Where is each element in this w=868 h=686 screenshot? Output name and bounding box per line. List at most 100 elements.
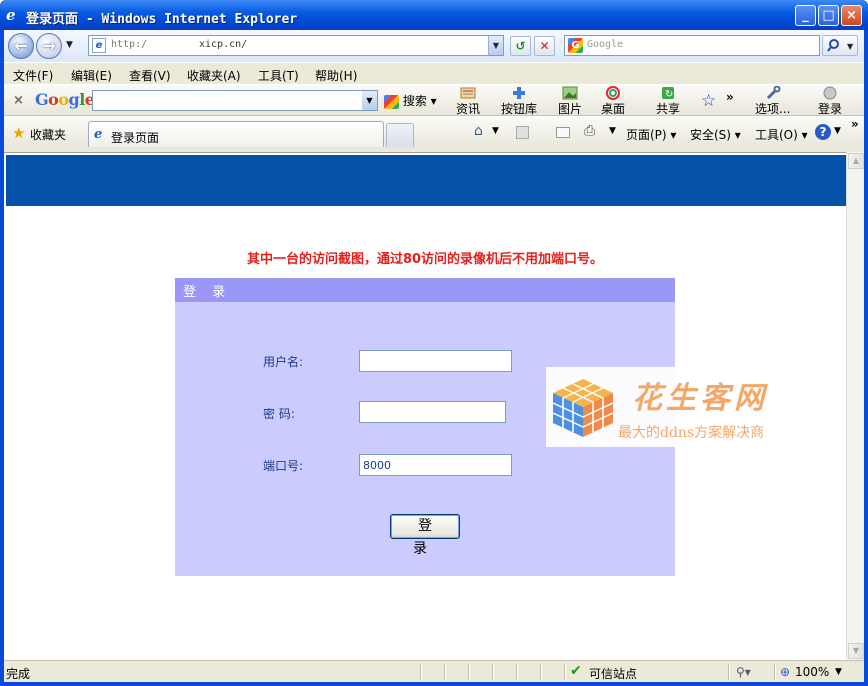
menu-tools[interactable]: 工具(T) <box>258 67 299 84</box>
tools-menu[interactable]: 工具(O) ▾ <box>755 126 808 143</box>
share-label: 共享 <box>656 102 681 116</box>
address-input[interactable]: e http:/ xicp.cn/ ▼ <box>88 35 504 56</box>
header-banner <box>6 155 846 206</box>
button-gallery-label: 按钮库 <box>501 102 538 116</box>
search-input[interactable]: G Google <box>564 35 820 56</box>
scroll-down-icon[interactable]: ▼ <box>848 643 864 659</box>
browser-chrome: ← → ▼ e http:/ xicp.cn/ ▼ ↺ ✕ G Google ▼ <box>4 30 864 152</box>
title-bar[interactable]: e 登录页面 - Windows Internet Explorer _ □ × <box>0 0 868 30</box>
google-search-label: 搜索 <box>402 94 427 108</box>
window-border-right <box>864 30 868 686</box>
google-search-button[interactable]: 搜索 ▾ <box>384 92 437 109</box>
new-tab-button[interactable] <box>386 123 414 147</box>
password-input[interactable] <box>359 401 506 423</box>
signin-button[interactable]: 登录 <box>818 86 842 117</box>
home-icon[interactable]: ⌂ <box>474 123 483 139</box>
favbar-more-icon[interactable]: » <box>851 117 859 131</box>
status-divider <box>420 664 421 680</box>
feeds-icon[interactable] <box>516 126 529 139</box>
protected-mode-icon[interactable]: ⚲▾ <box>736 665 751 679</box>
bookmark-star-icon[interactable]: ☆ <box>701 91 716 111</box>
login-button[interactable]: 登 录 <box>390 514 460 557</box>
news-icon <box>460 87 476 99</box>
help-dropdown-icon[interactable]: ▼ <box>834 126 841 136</box>
zoom-level[interactable]: 100% <box>795 665 829 679</box>
status-divider <box>468 664 469 680</box>
page-menu-label: 页面(P) <box>626 128 667 142</box>
status-divider <box>728 664 729 680</box>
more-chevron-icon[interactable]: » <box>726 90 734 104</box>
news-label: 资讯 <box>456 102 481 116</box>
tab-ie-icon: e <box>94 127 103 142</box>
button-gallery-button[interactable]: 按钮库 <box>501 86 537 117</box>
address-dropdown-icon[interactable]: ▼ <box>488 36 503 55</box>
menu-bar: 文件(F) 编辑(E) 查看(V) 收藏夹(A) 工具(T) 帮助(H) <box>4 62 864 84</box>
close-button[interactable]: × <box>841 5 862 26</box>
menu-favorites[interactable]: 收藏夹(A) <box>187 67 241 84</box>
close-toolbar-icon[interactable]: × <box>13 93 24 108</box>
zone-text: 可信站点 <box>589 667 638 681</box>
search-go-button[interactable]: ▼ <box>822 35 858 56</box>
search-placeholder: Google <box>587 39 624 50</box>
zoom-dropdown-icon[interactable]: ▼ <box>835 667 842 677</box>
print-icon[interactable]: ⎙ <box>584 123 595 139</box>
google-logo: Google <box>35 90 95 109</box>
page-content: 其中一台的访问截图，通过80访问的录像机后不用加端口号。 登 录 用户名: 密 … <box>4 152 846 660</box>
favorites-label[interactable]: 收藏夹 <box>30 126 66 143</box>
tab-login-page[interactable]: e 登录页面 <box>88 121 384 147</box>
desktop-label: 桌面 <box>601 102 626 116</box>
news-button[interactable]: 资讯 <box>456 86 480 117</box>
google-search-dropdown-icon[interactable]: ▼ <box>362 91 377 110</box>
signin-label: 登录 <box>818 102 843 116</box>
minimize-button[interactable]: _ <box>795 5 816 26</box>
ie-logo-icon: e <box>6 6 16 24</box>
google-toolbar: × Google ▼ 搜索 ▾ 资讯 按钮库 图片 桌面 ↻ 共享 ☆ » 选项… <box>4 84 864 116</box>
menu-help[interactable]: 帮助(H) <box>315 67 357 84</box>
desktop-button[interactable]: 桌面 <box>601 86 625 117</box>
url-prefix: http:/ <box>111 39 148 50</box>
home-dropdown-icon[interactable]: ▼ <box>492 126 499 136</box>
google-search-icon: G <box>568 38 583 53</box>
google-g-icon <box>384 94 399 109</box>
menu-file[interactable]: 文件(F) <box>13 67 53 84</box>
status-bar: 完成 ✔ 可信站点 ⚲▾ ⊕ 100% ▼ <box>4 660 864 682</box>
forward-button[interactable]: → <box>36 33 62 59</box>
options-label: 选项... <box>755 102 791 116</box>
options-button[interactable]: 选项... <box>755 86 790 117</box>
back-button[interactable]: ← <box>8 33 34 59</box>
status-divider <box>540 664 541 680</box>
scroll-up-icon[interactable]: ▲ <box>848 153 864 169</box>
help-icon[interactable]: ? <box>815 124 831 140</box>
menu-view[interactable]: 查看(V) <box>129 67 171 84</box>
safety-menu-label: 安全(S) <box>690 128 731 142</box>
window-title: 登录页面 - Windows Internet Explorer <box>26 12 298 27</box>
favorites-star-icon[interactable]: ★ <box>12 124 25 142</box>
mail-icon[interactable] <box>556 127 570 138</box>
images-button[interactable]: 图片 <box>558 86 582 117</box>
menu-edit[interactable]: 编辑(E) <box>71 67 112 84</box>
refresh-button[interactable]: ↺ <box>510 36 531 56</box>
notice-text: 其中一台的访问截图，通过80访问的录像机后不用加端口号。 <box>246 252 604 267</box>
safety-menu[interactable]: 安全(S) ▾ <box>690 126 741 143</box>
vertical-scrollbar[interactable]: ▲ ▼ <box>846 152 864 660</box>
maximize-button[interactable]: □ <box>818 5 839 26</box>
status-divider <box>492 664 493 680</box>
history-dropdown-icon[interactable]: ▼ <box>66 40 73 50</box>
status-divider <box>516 664 517 680</box>
stop-button[interactable]: ✕ <box>534 36 555 56</box>
share-icon: ↻ <box>662 87 674 100</box>
wrench-icon <box>766 86 781 100</box>
zoom-icon[interactable]: ⊕ <box>780 665 790 679</box>
status-divider <box>564 664 565 680</box>
check-icon: ✔ <box>570 663 582 679</box>
username-input[interactable] <box>359 350 512 372</box>
page-menu[interactable]: 页面(P) ▾ <box>626 126 676 143</box>
print-dropdown-icon[interactable]: ▼ <box>609 126 616 136</box>
google-search-input[interactable]: ▼ <box>92 90 378 111</box>
port-input[interactable] <box>359 454 512 476</box>
share-button[interactable]: ↻ 共享 <box>656 86 680 117</box>
status-divider <box>444 664 445 680</box>
cube-logo-icon <box>552 379 614 437</box>
svg-text:▼: ▼ <box>847 42 854 51</box>
watermark: 花生客网 最大的ddns方案解决商 <box>546 367 790 447</box>
